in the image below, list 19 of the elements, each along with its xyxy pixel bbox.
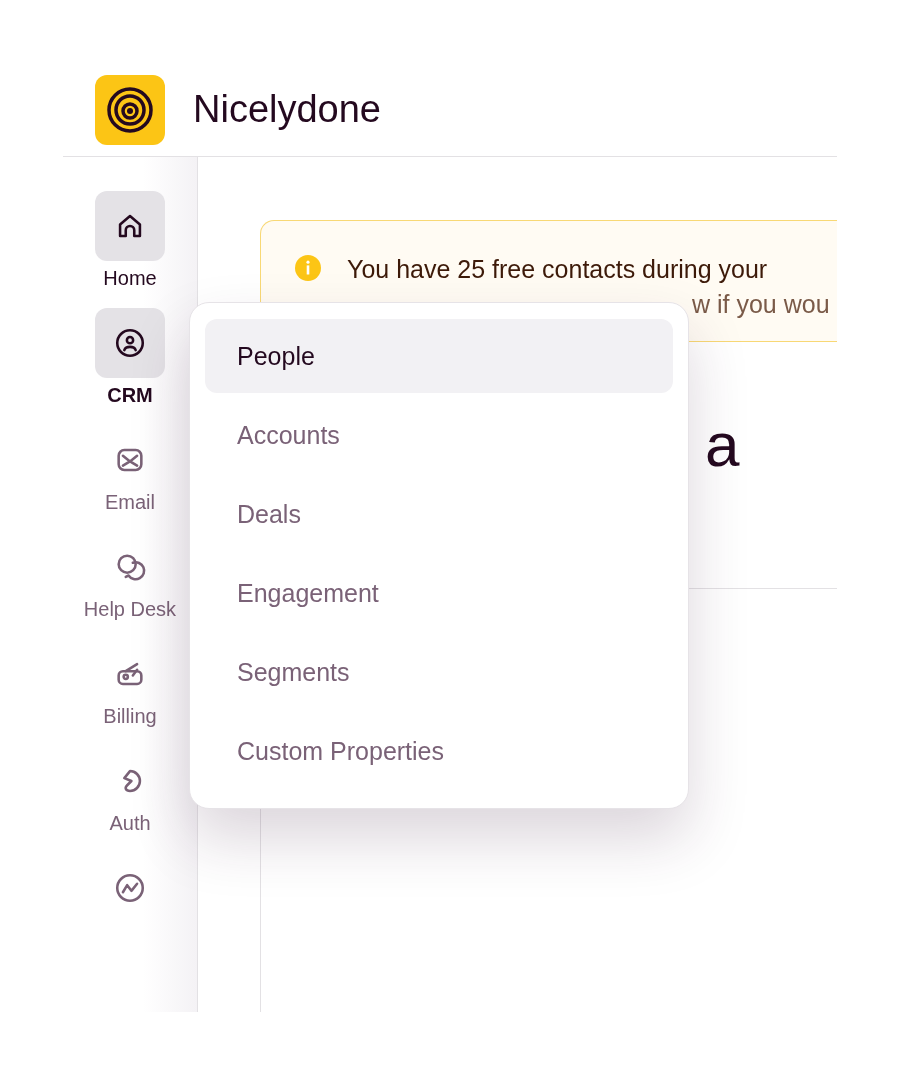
banner-text: You have 25 free contacts during your (347, 255, 769, 284)
person-icon (113, 326, 147, 360)
nav-item[interactable]: CRM (65, 308, 195, 407)
menu-item[interactable]: Custom Properties (205, 714, 673, 788)
menu-item[interactable]: Accounts (205, 398, 673, 472)
banner-text: w if you wou (692, 290, 830, 319)
logo-icon (95, 74, 165, 145)
app-name: Nicelydone (193, 88, 381, 131)
info-icon (295, 255, 321, 281)
nav-item[interactable]: Help Desk (65, 532, 195, 621)
page-heading: a (705, 414, 741, 476)
nav-item[interactable]: Email (65, 425, 195, 514)
menu-item[interactable]: Deals (205, 477, 673, 551)
menu-item[interactable]: Segments (205, 635, 673, 709)
nav-item[interactable]: Auth (65, 746, 195, 835)
menu-item[interactable]: People (205, 319, 673, 393)
nav-item[interactable]: Billing (65, 639, 195, 728)
menu-item[interactable]: Engagement (205, 556, 673, 630)
nav-item[interactable]: Home (65, 191, 195, 290)
